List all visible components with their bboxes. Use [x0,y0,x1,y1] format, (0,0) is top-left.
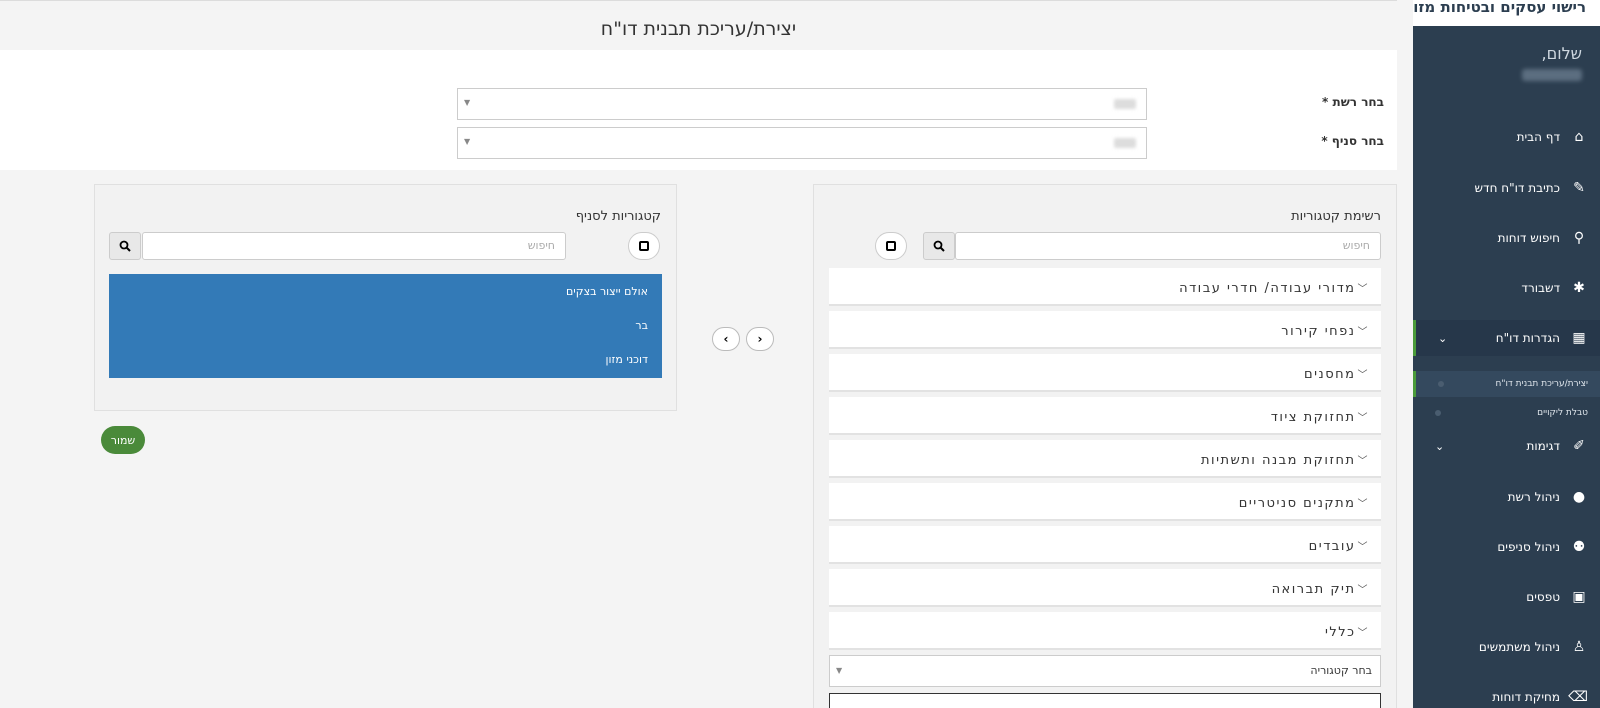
chevron-down-icon: ﹀ [1357,413,1369,424]
chain-select[interactable]: ▼ [457,88,1147,120]
sidebar-item-dashboard[interactable]: ✱ דשבורד [1413,273,1600,303]
home-icon: ⌂ [1574,129,1584,145]
category-accordion-item[interactable]: ﹀תחזוקת ציוד [829,397,1381,435]
save-button[interactable]: שמור [101,426,145,454]
bug-icon: ✱ [1573,280,1585,296]
sidebar-item-samples[interactable]: ✐ דגימות ⌄ [1413,431,1600,461]
branch-label: בחר סניף * [1321,134,1384,148]
categories-title: רשימת קטגוריות [1291,209,1381,224]
chevron-right-icon: › [757,332,763,346]
categories-search-input[interactable]: חיפוש [955,232,1381,260]
list-item[interactable]: דוכני מזון [109,342,662,376]
person-icon: ♙ [1572,639,1586,655]
branch-select-value [1114,138,1136,148]
sidebar-item-chain-management[interactable]: ● ניהול רשת [1413,482,1600,512]
branch-categories-title: קטגוריות לסניף [575,209,661,224]
user-icon: ● [1572,489,1586,505]
sidebar-item-home[interactable]: ⌂ דף הבית [1413,122,1600,152]
image-icon: ▣ [1572,589,1586,605]
category-accordion-item[interactable]: ﹀מתקנים סניטריים [829,483,1381,521]
dot-icon [1438,381,1444,387]
move-right-button[interactable]: › [746,327,774,351]
selection-form: בחר רשת * ▼ בחר סניף * ▼ [0,50,1397,170]
category-accordion-item[interactable]: ﹀תיק תברואה [829,569,1381,607]
branch-select[interactable]: ▼ [457,127,1147,159]
select-all-button[interactable] [628,232,660,260]
new-category-input[interactable] [829,693,1381,708]
branch-search-input[interactable]: חיפוש [142,232,566,260]
chevron-down-icon: ﹀ [1357,370,1369,381]
search-icon [933,240,945,252]
main-content: יצירת/עריכת תבנית דו"ח בחר רשת * ▼ בחר ס… [0,0,1397,708]
sidebar-item-forms[interactable]: ▣ טפסים [1413,582,1600,612]
category-accordion-item[interactable]: ﹀מדורי עבודה/ חדרי עבודה [829,268,1381,306]
brand-title: רישוי עסקים ובטיחות מזון [1413,0,1600,26]
category-accordion-item[interactable]: ﹀מחסנים [829,354,1381,392]
chevron-down-icon: ﹀ [1357,456,1369,467]
chain-select-value [1114,99,1136,109]
dropdown-arrow-icon: ▼ [464,137,471,146]
category-select[interactable]: בחר קטגוריה ▼ [829,655,1381,687]
table-icon: ▦ [1572,330,1586,346]
move-left-button[interactable]: ‹ [712,327,740,351]
search-icon: ⚲ [1573,230,1585,246]
sidebar-item-report-settings[interactable]: ▦ הגדרות דו"ח ⌄ [1413,320,1600,356]
user-greeting: שלום, [1413,26,1600,116]
list-item[interactable]: בר [109,308,662,342]
category-accordion-item[interactable]: ﹀כללי [829,612,1381,650]
sidebar-item-search-reports[interactable]: ⚲ חיפוש דוחות [1413,223,1600,253]
sidebar-item-delete-reports[interactable]: ⌫ מחיקת דוחות [1413,682,1600,708]
chevron-down-icon: ⌄ [1438,331,1448,345]
chevron-down-icon: ﹀ [1357,499,1369,510]
category-accordion-item[interactable]: ﹀עובדים [829,526,1381,564]
categories-search-button[interactable] [923,232,955,260]
category-accordion-item[interactable]: ﹀תחזוקת מבנה ותשתיות [829,440,1381,478]
chevron-down-icon: ⌄ [1435,439,1445,453]
category-accordion-item[interactable]: ﹀נפחי קירור [829,311,1381,349]
sidebar-item-branch-management[interactable]: ⚉ ניהול סניפים [1413,532,1600,562]
eyedropper-icon: ✐ [1573,438,1585,454]
chevron-down-icon: ﹀ [1357,327,1369,338]
branch-search-button[interactable] [109,232,141,260]
sidebar-item-new-report[interactable]: ✎ כתיבת דו"ח חדש [1413,173,1600,203]
select-all-categories-button[interactable] [875,232,907,260]
chevron-left-icon: ‹ [723,332,729,346]
greeting-text: שלום, [1541,44,1583,63]
sidebar: רישוי עסקים ובטיחות מזון שלום, ⌂ דף הבית… [1413,0,1600,708]
dropdown-arrow-icon: ▼ [464,98,471,107]
checkbox-square-icon [886,241,896,251]
chevron-down-icon: ﹀ [1357,542,1369,553]
search-icon [119,240,131,252]
list-item[interactable]: אולם ייצור בצקים [109,274,662,308]
chain-label: בחר רשת * [1322,95,1384,109]
sidebar-subitem-template[interactable]: יצירת/עריכת תבנית דו"ח [1413,371,1600,397]
branch-categories-list: אולם ייצור בצקים בר דוכני מזון [109,274,662,378]
dot-icon [1435,410,1441,416]
chevron-down-icon: ﹀ [1357,628,1369,639]
user-name [1522,69,1582,81]
checkbox-square-icon [639,241,649,251]
pencil-icon: ✎ [1573,180,1585,196]
users-icon: ⚉ [1572,539,1586,555]
sidebar-subitem-defects-table[interactable]: טבלת ליקויים [1413,400,1600,426]
sidebar-item-user-management[interactable]: ♙ ניהול משתמשים [1413,632,1600,662]
page-title: יצירת/עריכת תבנית דו"ח [0,1,1397,50]
chevron-down-icon: ﹀ [1357,585,1369,596]
dropdown-arrow-icon: ▼ [836,666,843,675]
chevron-down-icon: ﹀ [1357,284,1369,295]
eraser-icon: ⌫ [1568,689,1588,705]
